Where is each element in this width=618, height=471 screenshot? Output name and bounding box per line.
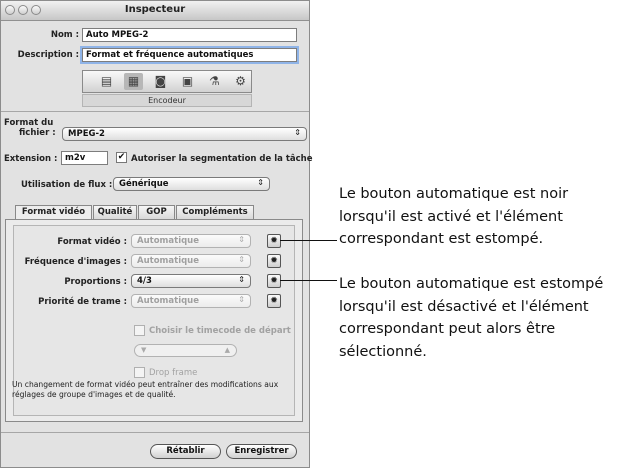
video-format-value: Automatique: [137, 236, 200, 246]
drop-frame-checkbox[interactable]: [134, 367, 145, 378]
stepper-down-icon[interactable]: ▼: [141, 346, 146, 354]
callout-auto-on: Le bouton automatique est noir lorsqu'il…: [339, 186, 569, 247]
stepper-up-icon[interactable]: ▲: [225, 346, 230, 354]
format-label-line1: Format du: [4, 118, 54, 128]
drop-frame-label: Drop frame: [149, 368, 198, 378]
description-field[interactable]: Format et fréquence automatiques: [82, 48, 297, 62]
window-title: Inspecteur: [124, 4, 186, 15]
tab-qualite[interactable]: Qualité: [93, 205, 137, 219]
tab-gop[interactable]: GOP: [138, 205, 175, 219]
divider: [1, 432, 309, 433]
divider: [1, 111, 309, 112]
file-format-popup[interactable]: MPEG-2 ⇕: [62, 127, 307, 141]
field-dominance-value: Automatique: [137, 296, 200, 306]
auto-button-field-dominance[interactable]: ✹: [267, 294, 281, 308]
popup-arrows-icon: ⇕: [238, 255, 245, 264]
section-label-encoder: Encodeur: [82, 94, 252, 107]
description-label: Description :: [17, 50, 79, 60]
segment-checkbox[interactable]: ✔: [116, 152, 127, 163]
frame-rate-value: Automatique: [137, 256, 200, 266]
tab-complements[interactable]: Compléments: [176, 205, 254, 219]
popup-arrows-icon: ⇕: [257, 178, 264, 187]
title-bar: Inspecteur: [1, 1, 309, 21]
layers-icon[interactable]: ▣: [178, 73, 197, 90]
aspect-ratio-label: Proportions :: [64, 277, 127, 287]
tab-format-video[interactable]: Format vidéo: [15, 205, 92, 219]
inspector-tab-bar: ▤ ▦ ◙ ▣ ⚗ ⚙: [82, 70, 252, 93]
popup-arrows-icon: ⇕: [238, 275, 245, 284]
film-icon[interactable]: ▦: [124, 73, 143, 90]
extension-label: Extension :: [4, 154, 58, 164]
callout-line-2: [280, 280, 337, 281]
aspect-ratio-value: 4/3: [137, 276, 152, 286]
field-dominance-popup[interactable]: Automatique ⇕: [131, 294, 251, 308]
reset-button[interactable]: Rétablir: [150, 444, 221, 459]
gear-icon: ✹: [270, 296, 278, 306]
segment-label: Autoriser la segmentation de la tâche: [131, 154, 313, 164]
gear-icon[interactable]: ⚙: [231, 73, 250, 90]
flux-popup[interactable]: Générique ⇕: [113, 177, 270, 191]
video-format-popup[interactable]: Automatique ⇕: [131, 234, 251, 248]
filter-icon[interactable]: ⚗: [205, 73, 224, 90]
format-label-line2: fichier :: [19, 128, 56, 138]
popup-arrows-icon: ⇕: [294, 128, 301, 137]
field-dominance-label: Priorité de trame :: [38, 297, 127, 307]
frame-rate-popup[interactable]: Automatique ⇕: [131, 254, 251, 268]
extension-field[interactable]: m2v: [61, 151, 108, 165]
gear-icon: ✹: [270, 236, 278, 246]
name-field[interactable]: Auto MPEG-2: [82, 28, 297, 42]
video-format-label: Format vidéo :: [57, 237, 127, 247]
popup-arrows-icon: ⇕: [238, 295, 245, 304]
timecode-checkbox[interactable]: [134, 325, 145, 336]
frame-rate-label: Fréquence d'images :: [24, 257, 127, 267]
callout-auto-off: Le bouton automatique est estompé lorsqu…: [339, 276, 604, 360]
inspector-window: Inspecteur Nom : Auto MPEG-2 Description…: [0, 0, 313, 468]
gear-icon: ✹: [270, 276, 278, 286]
name-label: Nom :: [50, 30, 79, 40]
flux-value: Générique: [119, 179, 169, 189]
video-format-note: Un changement de format vidéo peut entra…: [12, 380, 279, 399]
auto-button-aspect-ratio[interactable]: ✹: [267, 274, 281, 288]
file-format-value: MPEG-2: [68, 129, 105, 139]
aspect-ratio-popup[interactable]: 4/3 ⇕: [131, 274, 251, 288]
gear-icon: ✹: [270, 256, 278, 266]
auto-button-video-format[interactable]: ✹: [267, 234, 281, 248]
document-icon[interactable]: ▤: [97, 73, 116, 90]
timecode-stepper[interactable]: ▼ ▲: [134, 344, 237, 357]
flux-label: Utilisation de flux :: [21, 180, 113, 190]
save-button[interactable]: Enregistrer: [226, 444, 297, 459]
auto-button-frame-rate[interactable]: ✹: [267, 254, 281, 268]
camera-icon[interactable]: ◙: [151, 73, 170, 90]
timecode-label: Choisir le timecode de départ: [149, 326, 291, 336]
callout-line-1: [280, 240, 337, 241]
popup-arrows-icon: ⇕: [238, 235, 245, 244]
